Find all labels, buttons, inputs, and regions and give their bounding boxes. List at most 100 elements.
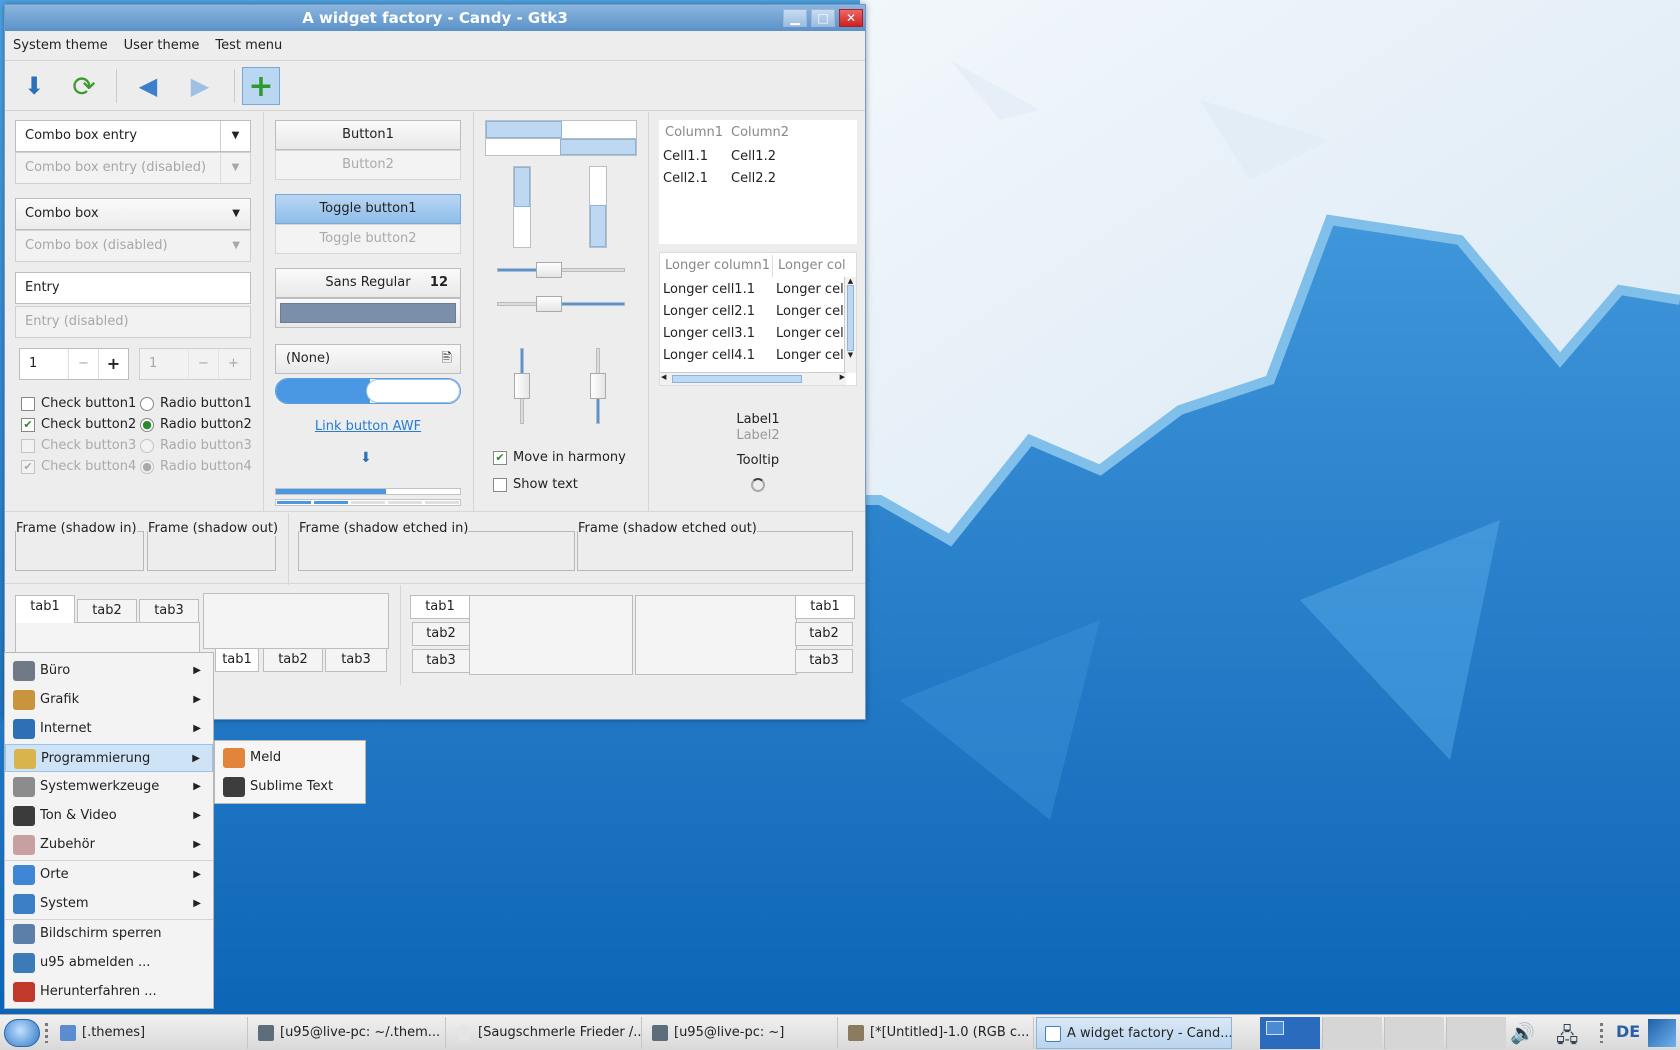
column-header[interactable]: Column2 (731, 125, 789, 140)
button1[interactable]: Button1 (275, 120, 461, 150)
chevron-up-icon[interactable]: ▲ (845, 277, 856, 285)
maximize-icon[interactable]: □ (811, 9, 835, 27)
volume-icon[interactable]: 🔊 (1510, 1021, 1535, 1045)
tree-view-2[interactable]: Longer column1 Longer col Longer cell1.1… (659, 252, 857, 386)
table-cell[interactable]: Cell2.1 (663, 171, 708, 186)
chevron-down-icon[interactable]: ▼ (220, 121, 250, 151)
column-header[interactable]: Column1 (665, 125, 723, 140)
menu-item-buero[interactable]: Büro ▶ (5, 657, 213, 685)
table-cell[interactable]: Longer cell (776, 348, 847, 363)
chevron-right-icon[interactable]: ▶ (840, 373, 845, 381)
hscale-track[interactable] (497, 262, 625, 278)
table-cell[interactable]: Longer cell3.1 (663, 326, 755, 341)
show-desktop-button[interactable] (1648, 1019, 1676, 1047)
table-cell[interactable]: Cell1.1 (663, 149, 708, 164)
close-icon[interactable]: ✕ (839, 9, 863, 27)
v-scrollbar-thumb[interactable] (847, 285, 854, 351)
h-scrollbar[interactable]: ◀ ▶ (660, 372, 846, 385)
menu-item-system[interactable]: System ▶ (5, 890, 213, 918)
tree-view-1[interactable]: Column1 Column2 Cell1.1 Cell1.2 Cell2.1 … (659, 120, 857, 244)
toggle-button1[interactable]: Toggle button1 (275, 194, 461, 224)
spin-minus-button[interactable]: − (68, 349, 98, 379)
tooltip-label[interactable]: Tooltip (659, 453, 857, 468)
menu-item-ton-video[interactable]: Ton & Video ▶ (5, 802, 213, 830)
column-header[interactable]: Longer col (778, 258, 846, 273)
chevron-down-icon[interactable]: ▼ (845, 351, 856, 359)
table-cell[interactable]: Longer cell (776, 282, 847, 297)
chevron-left-icon[interactable]: ◀ (661, 373, 666, 381)
drag-handle[interactable] (1600, 1023, 1603, 1043)
vscale-knob[interactable] (590, 373, 606, 400)
menu-test-menu[interactable]: Test menu (215, 38, 282, 53)
radio-button-2[interactable]: ● Radio button2 (140, 415, 252, 435)
v-scrollbar[interactable]: ▲ ▼ (844, 277, 856, 373)
color-button[interactable] (275, 298, 461, 328)
taskbar-item-gimp[interactable]: [*[Untitled]-1.0 (RGB c... (840, 1017, 1034, 1049)
tab-tab1[interactable]: tab1 (15, 595, 75, 623)
combo-box-entry[interactable]: Combo box entry ▼ (15, 120, 251, 152)
download-icon[interactable]: ⬇ (15, 67, 53, 105)
h-scrollbar-thumb[interactable] (672, 375, 802, 383)
column-header[interactable]: Longer column1 (665, 258, 770, 273)
hscale-track[interactable] (497, 296, 625, 312)
menu-item-sublime-text[interactable]: Sublime Text (215, 773, 365, 801)
keyboard-layout-indicator[interactable]: DE (1616, 1022, 1640, 1041)
tab-tab3[interactable]: tab3 (795, 649, 853, 673)
menu-user-theme[interactable]: User theme (124, 38, 200, 53)
hscale-knob[interactable] (535, 296, 562, 312)
minimize-icon[interactable]: ▁ (783, 9, 807, 27)
workspace-1[interactable] (1260, 1017, 1320, 1049)
h-scrollbar-thumb[interactable] (560, 139, 636, 155)
spin-button[interactable]: 1 − + (19, 348, 129, 380)
show-text-check[interactable]: Show text (493, 475, 578, 495)
menu-item-orte[interactable]: Orte ▶ (5, 861, 213, 889)
menu-item-grafik[interactable]: Grafik ▶ (5, 686, 213, 714)
v-scrollbar[interactable] (589, 166, 607, 248)
table-cell[interactable]: Longer cell1.1 (663, 282, 755, 297)
back-icon[interactable]: ◀ (129, 67, 167, 105)
file-chooser-button[interactable]: (None) 🖹 (275, 344, 461, 374)
move-in-harmony-check[interactable]: ✔ Move in harmony (493, 448, 626, 468)
taskbar-item-terminal-home[interactable]: [u95@live-pc: ~] (644, 1017, 838, 1049)
tab-tab1[interactable]: tab1 (795, 595, 855, 619)
combo-box[interactable]: Combo box ▼ (15, 198, 251, 230)
tab-tab3[interactable]: tab3 (412, 649, 470, 673)
radio-button-1[interactable]: Radio button1 (140, 394, 252, 414)
table-cell[interactable]: Longer cell4.1 (663, 348, 755, 363)
tab-tab2[interactable]: tab2 (795, 622, 853, 646)
forward-icon[interactable]: ▶ (181, 67, 219, 105)
network-icon[interactable]: 🖧 (1556, 1021, 1578, 1050)
tab-tab2[interactable]: tab2 (412, 622, 470, 646)
menu-item-meld[interactable]: Meld (215, 744, 365, 772)
taskbar-item-terminal-themes[interactable]: [u95@live-pc: ~/.them... (250, 1017, 446, 1049)
hscale-knob[interactable] (535, 262, 562, 278)
drag-handle[interactable] (45, 1023, 48, 1043)
v-scrollbar-thumb[interactable] (514, 167, 530, 207)
workspace-2[interactable] (1322, 1017, 1382, 1049)
menu-item-shutdown[interactable]: Herunterfahren ... (5, 978, 213, 1006)
taskbar-item-saugschmerle[interactable]: [Saugschmerle Frieder /... (448, 1017, 642, 1049)
workspace-4[interactable] (1446, 1017, 1506, 1049)
table-cell[interactable]: Cell2.2 (731, 171, 776, 186)
refresh-icon[interactable]: ⟳ (65, 67, 103, 105)
menu-item-lock-screen[interactable]: Bildschirm sperren (5, 920, 213, 948)
workspace-3[interactable] (1384, 1017, 1444, 1049)
spin-plus-button[interactable]: + (98, 349, 128, 379)
check-button-1[interactable]: Check button1 (21, 394, 136, 414)
h-scrollbar-thumb[interactable] (486, 121, 562, 138)
taskbar-item-themes[interactable]: [.themes] (52, 1017, 248, 1049)
link-button[interactable]: Link button AWF (275, 419, 461, 434)
vscale-knob[interactable] (514, 373, 530, 400)
start-menu-button[interactable] (4, 1019, 40, 1047)
menu-item-logout[interactable]: u95 abmelden ... (5, 949, 213, 977)
menu-item-zubehoer[interactable]: Zubehör ▶ (5, 831, 213, 859)
taskbar-item-widget-factory[interactable]: A widget factory - Cand... (1036, 1017, 1232, 1049)
vscale-track[interactable] (590, 348, 606, 424)
add-icon[interactable]: + (242, 67, 280, 105)
check-button-2[interactable]: ✔ Check button2 (21, 415, 136, 435)
vscale-track[interactable] (514, 348, 530, 424)
tab-tab3[interactable]: tab3 (139, 599, 199, 623)
entry-field[interactable]: Entry (15, 272, 251, 304)
tab-tab2[interactable]: tab2 (263, 648, 323, 672)
font-button[interactable]: Sans Regular 12 (275, 268, 461, 298)
